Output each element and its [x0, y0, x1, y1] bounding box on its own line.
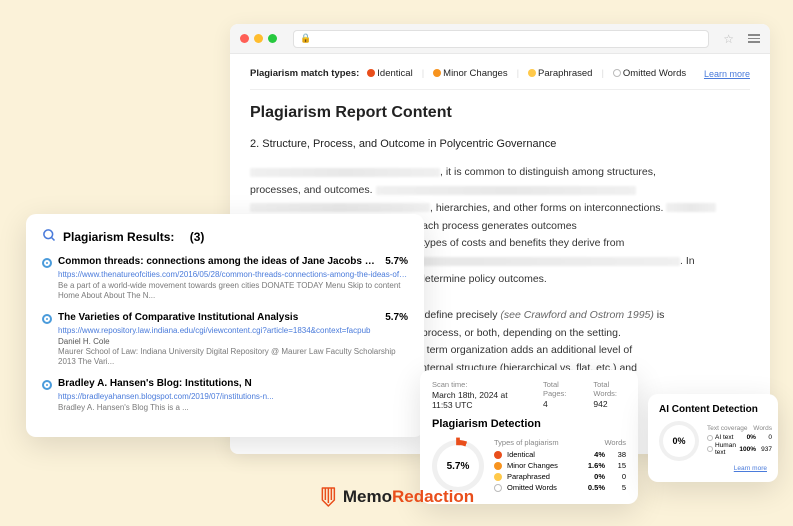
source-icon: [42, 314, 52, 324]
match-omitted: Omitted Words: [613, 68, 686, 79]
match-types-label: Plagiarism match types:: [250, 68, 359, 79]
result-url[interactable]: https://bradleyahansen.blogspot.com/2019…: [58, 392, 408, 401]
address-bar[interactable]: 🔒: [293, 30, 709, 48]
match-minor: Minor Changes: [433, 68, 507, 79]
pencil-icon: [319, 486, 337, 508]
window-controls[interactable]: [240, 34, 277, 43]
table-row: Human text100%937: [707, 442, 772, 456]
result-title: Bradley A. Hansen's Blog: Institutions, …: [58, 378, 408, 389]
circle-icon: [707, 446, 713, 452]
match-identical: Identical: [367, 68, 412, 79]
result-url[interactable]: https://www.thenatureofcities.com/2016/0…: [58, 270, 408, 279]
results-header: Plagiarism Results: (3): [42, 228, 408, 246]
table-row: Identical4%38: [494, 450, 626, 459]
table-row: AI text0%0: [707, 434, 772, 441]
search-icon: [42, 228, 57, 246]
close-icon[interactable]: [240, 34, 249, 43]
hamburger-icon[interactable]: [748, 34, 760, 43]
table-row: Paraphrased0%0: [494, 472, 626, 481]
result-author: Daniel H. Cole: [58, 337, 408, 346]
result-url[interactable]: https://www.repository.law.indiana.edu/c…: [58, 326, 408, 335]
plagiarism-gauge: 5.7% ▮: [432, 440, 484, 492]
result-percentage: 5.7%: [385, 312, 408, 323]
scan-metadata: Scan time:March 18th, 2024 at 11:53 UTC …: [432, 380, 626, 410]
ai-detection-card: AI Content Detection 0% Text coverageWor…: [648, 394, 778, 482]
lock-icon: 🔒: [300, 33, 311, 44]
result-snippet: Bradley A. Hansen's Blog This is a ...: [58, 403, 408, 413]
plagiarism-detection-card: Scan time:March 18th, 2024 at 11:53 UTC …: [420, 370, 638, 504]
circle-icon: [707, 435, 713, 441]
learn-more-link[interactable]: Learn more: [704, 69, 750, 79]
plagiarism-detection-title: Plagiarism Detection: [432, 418, 626, 430]
ai-gauge: 0%: [659, 421, 699, 461]
result-title: The Varieties of Comparative Institution…: [58, 312, 379, 323]
result-item[interactable]: Bradley A. Hansen's Blog: Institutions, …: [42, 378, 408, 413]
source-icon: [42, 258, 52, 268]
maximize-icon[interactable]: [268, 34, 277, 43]
ai-detection-title: AI Content Detection: [659, 404, 767, 415]
page-title: Plagiarism Report Content: [250, 104, 750, 122]
section-heading: 2. Structure, Process, and Outcome in Po…: [250, 138, 750, 150]
result-snippet: Maurer School of Law: Indiana University…: [58, 347, 408, 368]
browser-toolbar: 🔒 ☆: [230, 24, 770, 54]
result-title: Common threads: connections among the id…: [58, 256, 379, 267]
brand-logo: MemoRedaction: [319, 486, 474, 508]
ai-breakdown: Text coverageWords AI text0%0 Human text…: [707, 425, 772, 457]
star-icon[interactable]: ☆: [723, 32, 734, 46]
plagiarism-breakdown: Types of plagiarismWords Identical4%38 M…: [494, 438, 626, 494]
plagiarism-results-card: Plagiarism Results: (3) Common threads: …: [26, 214, 424, 437]
flag-icon: ▮: [455, 436, 461, 447]
table-row: Omitted Words0.5%5: [494, 483, 626, 492]
result-snippet: Be a part of a world-wide movement towar…: [58, 281, 408, 302]
table-row: Minor Changes1.6%15: [494, 461, 626, 470]
match-para: Paraphrased: [528, 68, 592, 79]
learn-more-link[interactable]: Learn more: [659, 465, 767, 472]
result-item[interactable]: The Varieties of Comparative Institution…: [42, 312, 408, 368]
match-types-legend: Plagiarism match types: Identical| Minor…: [250, 68, 750, 90]
minimize-icon[interactable]: [254, 34, 263, 43]
result-item[interactable]: Common threads: connections among the id…: [42, 256, 408, 302]
source-icon: [42, 380, 52, 390]
result-percentage: 5.7%: [385, 256, 408, 267]
